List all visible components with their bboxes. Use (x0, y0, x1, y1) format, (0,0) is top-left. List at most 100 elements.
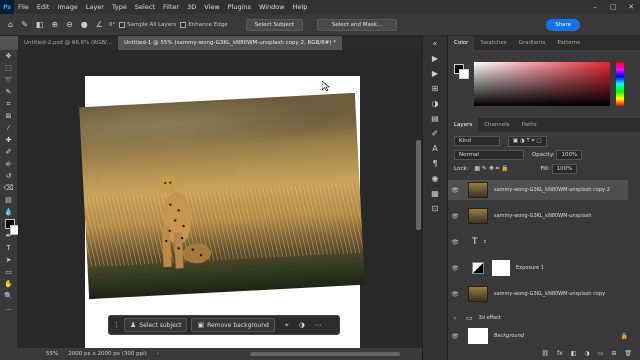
tab-patterns[interactable]: Patterns (551, 36, 586, 50)
menu-edit[interactable]: Edit (33, 0, 54, 14)
add-mask-icon[interactable]: ◧ (571, 348, 577, 360)
select-subject-button[interactable]: Select Subject (245, 18, 303, 31)
lock-icons[interactable]: ▦ ✎ ✥ ⌗ 🔒 (474, 165, 508, 172)
status-expand-icon[interactable]: › (157, 351, 159, 357)
eye-icon[interactable]: 👁 (448, 187, 462, 194)
remove-background-button[interactable]: ▣ Remove background (191, 318, 275, 332)
subtract-selection-icon[interactable]: ⊖ (64, 20, 75, 29)
fx-icon[interactable]: fx (557, 348, 563, 360)
libraries-icon[interactable]: ▤ (423, 111, 447, 126)
eye-icon[interactable]: 👁 (448, 291, 462, 298)
hand-tool-icon[interactable]: ✋ (0, 278, 17, 290)
transform-icon[interactable]: ⌖ (285, 321, 289, 330)
photoshop-logo[interactable]: Ps (0, 0, 14, 14)
color-background-swatch[interactable] (459, 69, 469, 79)
group-expand-icon[interactable]: › (448, 315, 462, 322)
menu-select[interactable]: Select (131, 0, 159, 14)
layer-row[interactable]: 👁 Exposure 1 (448, 258, 628, 278)
minimize-icon[interactable]: – (586, 0, 604, 14)
menu-filter[interactable]: Filter (159, 0, 183, 14)
new-layer-icon[interactable]: ⊞ (611, 348, 616, 360)
layer-row[interactable]: 👁 sammy-wong-G3KL_kN80WM-unsplash copy 2 (448, 180, 628, 200)
layer-filter-icons[interactable]: ▣ ◑ T ⌗ ▢ (507, 136, 547, 147)
quick-select-tool-icon[interactable]: ✎ (0, 86, 17, 98)
vertical-scrollbar[interactable] (416, 140, 421, 230)
layer-group-row[interactable]: › ▭ 3d effect (448, 308, 628, 328)
tab-untitled-1[interactable]: Untitled-1 @ 55% (sammy-wong-G3KL_kN80WM… (118, 36, 342, 50)
history-icon[interactable]: ▶ (423, 51, 447, 66)
menu-view[interactable]: View (200, 0, 223, 14)
color-picker-field[interactable] (474, 62, 610, 106)
new-adjustment-icon[interactable]: ◑ (584, 348, 589, 360)
marquee-tool-icon[interactable]: ⬚ (0, 62, 17, 74)
opacity-input[interactable]: 100% (556, 150, 583, 160)
close-icon[interactable]: ✕ (622, 0, 640, 14)
collapse-panels-icon[interactable]: « (423, 36, 447, 51)
more-options-icon[interactable]: ⋯ (315, 321, 322, 329)
menu-plugins[interactable]: Plugins (224, 0, 255, 14)
layer-row[interactable]: 👁 sammy-wong-G3KL_kN80WM-unsplash (448, 206, 628, 226)
new-selection-icon[interactable]: ◧ (34, 20, 46, 29)
crop-tool-icon[interactable]: ⌗ (0, 98, 17, 110)
healing-tool-icon[interactable]: ✚ (0, 134, 17, 146)
angle-value[interactable]: 0° (109, 22, 115, 28)
tab-paths[interactable]: Paths (516, 118, 543, 132)
menu-type[interactable]: Type (108, 0, 131, 14)
enhance-edge-checkbox[interactable]: Enhance Edge (180, 21, 228, 28)
add-selection-icon[interactable]: ⊕ (49, 20, 60, 29)
frame-tool-icon[interactable]: ⊠ (0, 110, 17, 122)
menu-image[interactable]: Image (53, 0, 81, 14)
layer-row[interactable]: 👁 T c (448, 232, 628, 252)
tab-gradients[interactable]: Gradients (513, 36, 552, 50)
history-brush-icon[interactable]: ↺ (0, 170, 17, 182)
tab-color[interactable]: Color (448, 36, 475, 50)
eyedropper-tool-icon[interactable]: ⁄ (0, 122, 17, 134)
blur-tool-icon[interactable]: 💧 (0, 206, 17, 218)
canvas-area[interactable] (18, 50, 422, 348)
fill-input[interactable]: 100% (551, 164, 578, 174)
maximize-icon[interactable]: □ (604, 0, 622, 14)
horizontal-scrollbar[interactable] (250, 352, 400, 356)
menu-window[interactable]: Window (255, 0, 289, 14)
glyphs-icon[interactable]: ◉ (423, 171, 447, 186)
tab-layers[interactable]: Layers (448, 118, 479, 132)
select-and-mask-button[interactable]: Select and Mask... (316, 18, 398, 31)
move-tool-icon[interactable]: ✥ (0, 50, 17, 62)
select-subject-task-button[interactable]: ♟ Select subject (124, 318, 188, 332)
quick-selection-tool-icon[interactable]: ✎ (19, 20, 30, 29)
adjustments-icon[interactable]: ◑ (423, 96, 447, 111)
eye-icon[interactable]: 👁 (448, 333, 462, 340)
shape-tool-icon[interactable]: ▭ (0, 266, 17, 278)
share-button[interactable]: Share (546, 19, 580, 31)
stamp-tool-icon[interactable]: ⎆ (0, 158, 17, 170)
layer-filter-kind[interactable]: Kind (454, 136, 500, 146)
character-icon[interactable]: A (423, 141, 447, 156)
mask-icon[interactable]: ◑ (299, 321, 305, 329)
properties-icon[interactable]: ⊞ (423, 81, 447, 96)
actions-icon[interactable]: ▶ (423, 66, 447, 81)
blend-mode-select[interactable]: Normal (454, 150, 524, 160)
brush-size-icon[interactable]: ● (79, 20, 90, 29)
lasso-tool-icon[interactable]: ➰ (0, 74, 17, 86)
drag-handle-icon[interactable]: ⋮ (113, 321, 120, 329)
layer-row[interactable]: 👁 Background 🔒 (448, 326, 628, 346)
eraser-tool-icon[interactable]: ⌫ (0, 182, 17, 194)
link-layers-icon[interactable]: ⛓ (541, 348, 549, 360)
brush-tool-icon[interactable]: ✐ (0, 146, 17, 158)
hue-slider[interactable] (616, 62, 624, 106)
menu-help[interactable]: Help (289, 0, 312, 14)
eye-icon[interactable]: 👁 (448, 213, 462, 220)
swatches-mini-icon[interactable]: ▦ (423, 186, 447, 201)
gradient-tool-icon[interactable]: ▤ (0, 194, 17, 206)
path-select-tool-icon[interactable]: ➤ (0, 254, 17, 266)
new-group-icon[interactable]: ▭ (598, 348, 604, 360)
delete-layer-icon[interactable]: 🗑 (624, 348, 632, 360)
brushes-icon[interactable]: ✐ (423, 126, 447, 141)
tab-swatches[interactable]: Swatches (474, 36, 512, 50)
eye-icon[interactable]: 👁 (448, 265, 462, 272)
zoom-tool-icon[interactable]: 🔍 (0, 290, 17, 302)
info-icon[interactable]: ⊡ (423, 201, 447, 216)
more-tools-icon[interactable]: … (0, 302, 17, 314)
zoom-level[interactable]: 55% (46, 351, 58, 357)
tab-untitled-2[interactable]: Untitled-2.psd @ 66.6% (RGB/... (18, 36, 118, 50)
